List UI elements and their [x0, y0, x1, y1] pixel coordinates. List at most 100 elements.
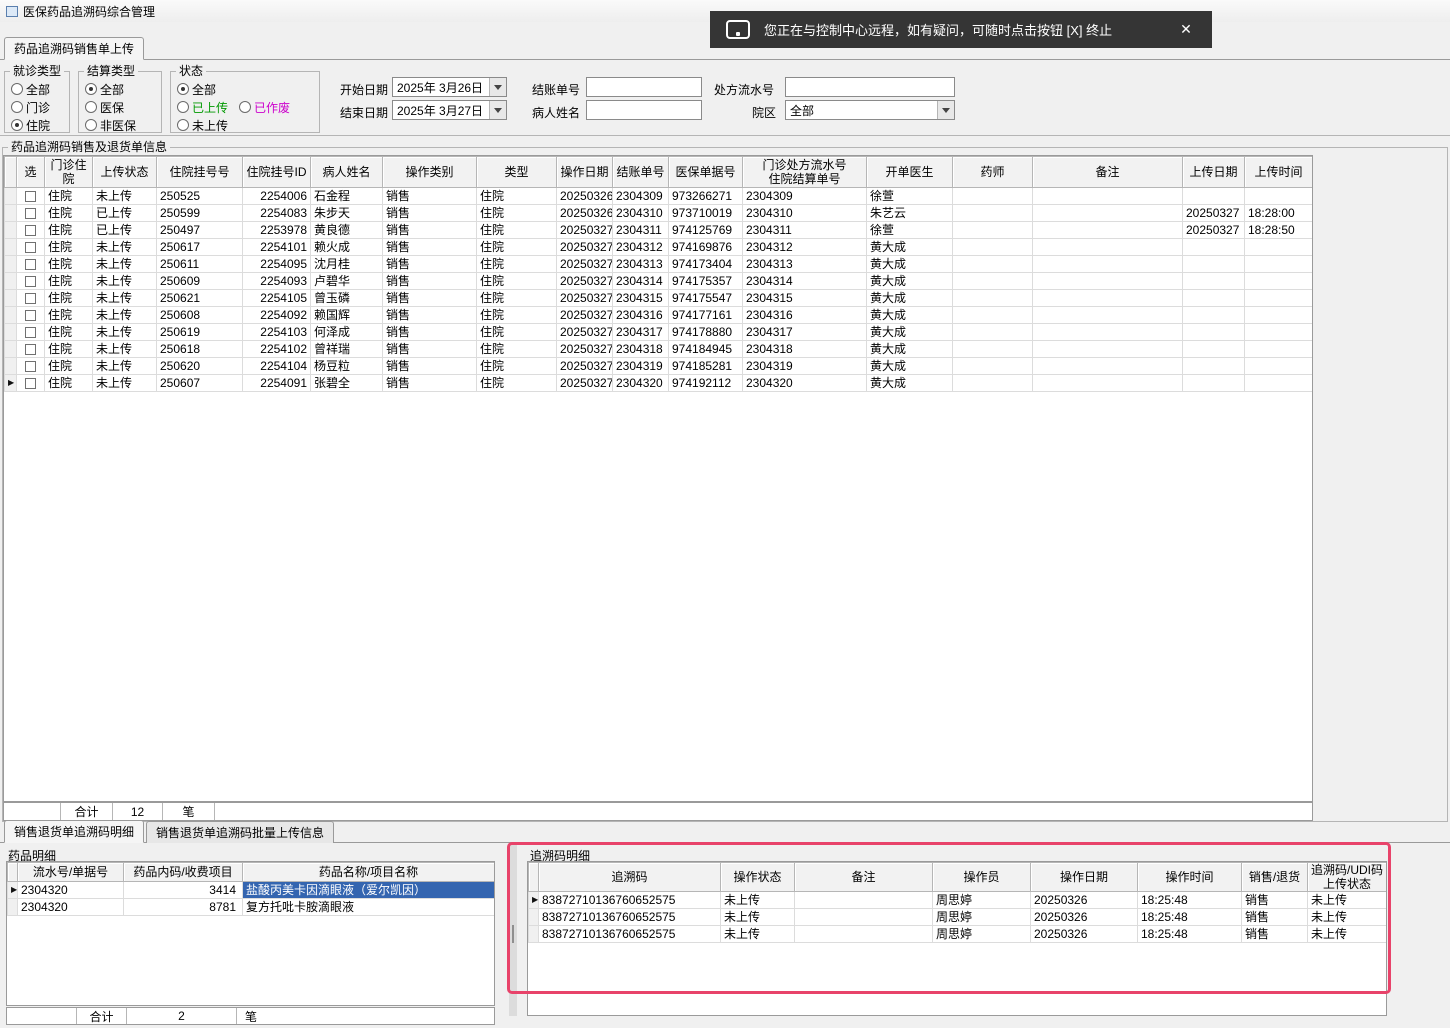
table-row[interactable]: 83872710136760652575 未上传 周思婷 20250326 18:25:…: [528, 908, 1386, 926]
prescription-no-input[interactable]: [785, 77, 955, 97]
column-header[interactable]: 上传时间: [1244, 156, 1312, 188]
row-select-checkbox[interactable]: [25, 259, 36, 271]
column-header[interactable]: 流水号/单据号: [17, 862, 124, 882]
column-header[interactable]: 病人姓名: [310, 156, 383, 188]
current-row-marker: [4, 289, 17, 307]
column-header[interactable]: 选: [16, 156, 45, 188]
cell: [1182, 374, 1245, 392]
row-select-checkbox[interactable]: [25, 344, 36, 356]
cell: [1182, 340, 1245, 358]
table-row[interactable]: 2304320 8781 复方托吡卡胺滴眼液: [7, 898, 494, 916]
table-row[interactable]: ▶ 住院 未上传 250607 2254091 张碧全 销售 住院 20250327 230432…: [4, 374, 1312, 392]
column-header[interactable]: 结账单号: [612, 156, 669, 188]
column-header[interactable]: 操作日期: [556, 156, 613, 188]
row-select-checkbox[interactable]: [25, 208, 36, 220]
column-header[interactable]: 药师: [952, 156, 1033, 188]
remote-screen-icon: [726, 20, 750, 39]
table-row[interactable]: 住院 未上传 250620 2254104 杨豆粒 销售 住院 20250327 2304319…: [4, 357, 1312, 375]
column-header[interactable]: 销售/退货: [1241, 862, 1308, 892]
row-select-checkbox[interactable]: [25, 242, 36, 254]
table-row[interactable]: 住院 未上传 250618 2254102 曾祥瑞 销售 住院 20250327 2304318…: [4, 340, 1312, 358]
close-icon[interactable]: ✕: [1176, 20, 1196, 40]
column-header[interactable]: 操作日期: [1030, 862, 1138, 892]
radio-icon: [11, 83, 23, 95]
start-date-picker[interactable]: 2025年 3月26日: [392, 77, 507, 97]
cell: 未上传: [720, 891, 795, 909]
column-header[interactable]: 门诊住院: [44, 156, 93, 188]
radio-option[interactable]: 已上传: [177, 98, 239, 116]
radio-option[interactable]: 全部: [11, 80, 69, 98]
column-header[interactable]: 医保单据号: [668, 156, 743, 188]
status-label: 状态: [176, 64, 207, 78]
table-row[interactable]: 住院 未上传 250617 2254101 赖火成 销售 住院 20250327 2304312…: [4, 238, 1312, 256]
current-row-marker: [4, 187, 17, 205]
cell: 周思婷: [932, 908, 1031, 926]
radio-option[interactable]: 医保: [85, 98, 161, 116]
cell: 赖国辉: [310, 306, 383, 324]
column-header[interactable]: 操作状态: [720, 862, 795, 892]
table-row[interactable]: 83872710136760652575 未上传 周思婷 20250326 18:25:…: [528, 925, 1386, 943]
column-header[interactable]: 追溯码: [538, 862, 721, 892]
row-select-checkbox[interactable]: [25, 378, 36, 390]
table-row[interactable]: 住院 已上传 250599 2254083 朱步天 销售 住院 20250326 2304310…: [4, 204, 1312, 222]
radio-option[interactable]: 全部: [85, 80, 161, 98]
row-select-checkbox[interactable]: [25, 293, 36, 305]
cell: 3414: [123, 881, 243, 899]
end-date-picker[interactable]: 2025年 3月27日: [392, 100, 507, 120]
cell: [1182, 306, 1245, 324]
column-header[interactable]: 药品内码/收费项目: [123, 862, 243, 882]
table-row[interactable]: 住院 未上传 250621 2254105 曾玉磷 销售 住院 20250327 2304315…: [4, 289, 1312, 307]
table-row[interactable]: 住院 未上传 250611 2254095 沈月桂 销售 住院 20250327 2304313…: [4, 255, 1312, 273]
column-header[interactable]: 药品名称/项目名称: [242, 862, 494, 882]
checkout-no-input[interactable]: [586, 77, 702, 97]
radio-icon: [11, 101, 23, 113]
column-header[interactable]: 备注: [1032, 156, 1183, 188]
chevron-down-icon[interactable]: [489, 78, 506, 96]
column-header[interactable]: 操作员: [932, 862, 1031, 892]
table-row[interactable]: ▶ 2304320 3414 盐酸丙美卡因滴眼液（爱尔凯因）: [7, 881, 494, 899]
chevron-down-icon[interactable]: [489, 101, 506, 119]
tab-batch-upload-info[interactable]: 销售退货单追溯码批量上传信息: [146, 821, 335, 843]
radio-option[interactable]: 已作废: [239, 98, 301, 116]
table-row[interactable]: 住院 未上传 250608 2254092 赖国辉 销售 住院 20250327 2304316…: [4, 306, 1312, 324]
cell: 销售: [1241, 891, 1308, 909]
tab-sales-upload[interactable]: 药品追溯码销售单上传: [4, 37, 145, 60]
table-row[interactable]: 住院 未上传 250525 2254006 石金程 销售 住院 20250326 2304309…: [4, 187, 1312, 205]
row-select-checkbox[interactable]: [25, 327, 36, 339]
column-header[interactable]: 类型: [476, 156, 557, 188]
row-select-checkbox[interactable]: [25, 361, 36, 373]
column-header[interactable]: 住院挂号ID: [242, 156, 311, 188]
current-row-marker: [4, 357, 17, 375]
radio-option[interactable]: 非医保: [85, 116, 161, 134]
column-header[interactable]: 追溯码/UDI码 上传状态: [1307, 862, 1386, 892]
chevron-down-icon[interactable]: [937, 101, 954, 119]
table-row[interactable]: ▶ 83872710136760652575 未上传 周思婷 20250326 18:25…: [528, 891, 1386, 909]
column-header[interactable]: 操作类别: [382, 156, 477, 188]
row-select-checkbox[interactable]: [25, 310, 36, 322]
row-select-checkbox[interactable]: [25, 276, 36, 288]
campus-select[interactable]: 全部: [785, 100, 955, 120]
column-header[interactable]: 备注: [794, 862, 933, 892]
trace-grid-area: 追溯码 操作状态 备注 操作员 操作日期 操作时间 销售/退货 追溯码/UDI码 上传状态 ▶…: [527, 861, 1387, 1016]
cell: 未上传: [720, 925, 795, 943]
radio-option[interactable]: 未上传: [177, 116, 319, 134]
column-header[interactable]: 操作时间: [1137, 862, 1242, 892]
column-header[interactable]: 开单医生: [866, 156, 953, 188]
column-header[interactable]: 上传状态: [92, 156, 157, 188]
tab-trace-detail[interactable]: 销售退货单追溯码明细: [4, 820, 145, 843]
patient-name-input[interactable]: [586, 100, 702, 120]
column-header[interactable]: 住院挂号号: [156, 156, 243, 188]
column-header[interactable]: 门诊处方流水号 住院结算单号: [742, 156, 867, 188]
table-row[interactable]: 住院 已上传 250497 2253978 黄良德 销售 住院 20250327 2304311…: [4, 221, 1312, 239]
table-row[interactable]: 住院 未上传 250619 2254103 何泽成 销售 住院 20250327 2304317…: [4, 323, 1312, 341]
radio-option[interactable]: 门诊: [11, 98, 69, 116]
current-row-marker: [4, 238, 17, 256]
table-row[interactable]: 住院 未上传 250609 2254093 卢碧华 销售 住院 20250327 2304314…: [4, 272, 1312, 290]
radio-option[interactable]: 住院: [11, 116, 69, 134]
panel-splitter[interactable]: [509, 845, 517, 1016]
radio-icon: [177, 119, 189, 131]
row-select-checkbox[interactable]: [25, 191, 36, 203]
column-header[interactable]: 上传日期: [1182, 156, 1245, 188]
radio-option[interactable]: 全部: [177, 80, 319, 98]
row-select-checkbox[interactable]: [25, 225, 36, 237]
